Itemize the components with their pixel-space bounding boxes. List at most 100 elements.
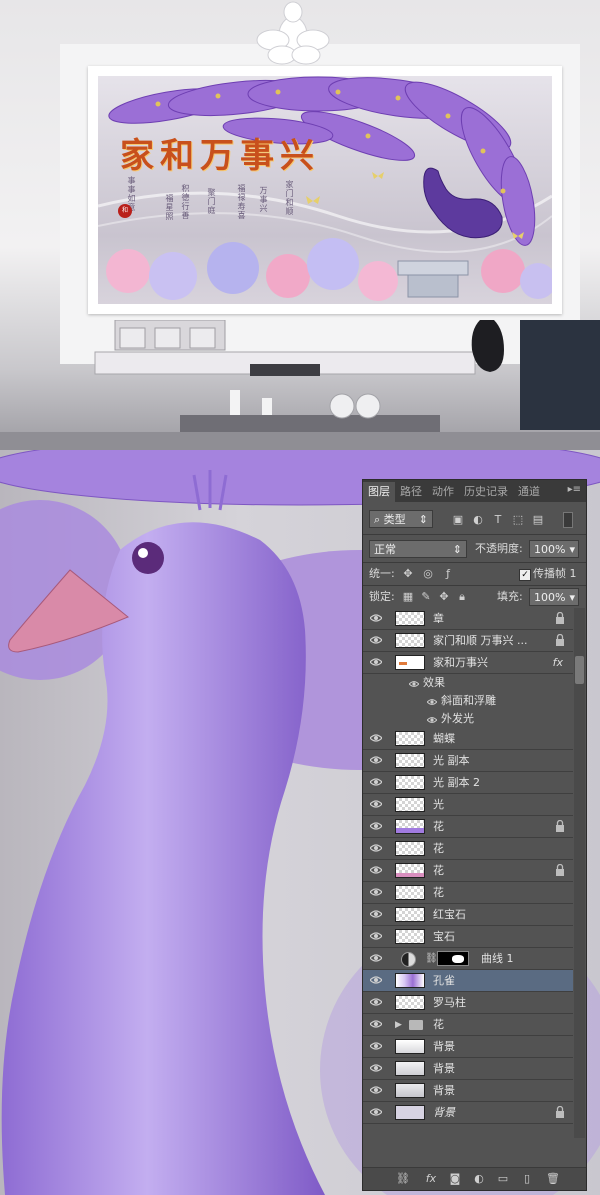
visibility-eye-icon[interactable]: [370, 865, 382, 875]
link-layers-icon[interactable]: ⛓: [395, 1171, 411, 1187]
layer-row[interactable]: 章: [363, 608, 573, 630]
filter-toggle-switch[interactable]: [563, 512, 573, 528]
visibility-eye-icon[interactable]: [370, 887, 382, 897]
visibility-eye-icon[interactable]: [370, 613, 382, 623]
layer-name[interactable]: 花: [433, 816, 444, 838]
layers-scrollbar-track[interactable]: [574, 608, 585, 1138]
effect-visibility-eye-icon[interactable]: [426, 696, 438, 709]
layer-row[interactable]: 光: [363, 794, 573, 816]
delete-layer-trash-icon[interactable]: 🗑︎: [545, 1171, 561, 1187]
visibility-eye-icon[interactable]: [370, 799, 382, 809]
add-layer-style-icon[interactable]: fx: [423, 1171, 439, 1187]
tab-history[interactable]: 历史记录: [459, 482, 513, 502]
layer-name[interactable]: 家和万事兴: [433, 652, 488, 674]
new-adjustment-layer-icon[interactable]: ◐: [471, 1171, 487, 1187]
visibility-eye-icon[interactable]: [370, 1063, 382, 1073]
expand-group-arrow-icon[interactable]: ▶: [395, 1018, 402, 1032]
adjustment-filter-icon[interactable]: ◐: [471, 513, 485, 527]
unify-style-icon[interactable]: ƒ: [441, 567, 455, 581]
layer-row[interactable]: 家门和顺 万事兴 ...: [363, 630, 573, 652]
layer-row[interactable]: 花: [363, 838, 573, 860]
layer-name[interactable]: 背景: [433, 1080, 455, 1102]
lock-all-icon[interactable]: 🔒︎: [455, 590, 469, 604]
visibility-eye-icon[interactable]: [370, 975, 382, 985]
layer-name[interactable]: 家门和顺 万事兴 ...: [433, 630, 527, 652]
lock-image-pixels-icon[interactable]: ✎: [419, 590, 433, 604]
visibility-eye-icon[interactable]: [370, 909, 382, 919]
layer-name[interactable]: 罗马柱: [433, 992, 466, 1014]
layer-name[interactable]: 背景: [433, 1036, 455, 1058]
pixel-filter-icon[interactable]: ▣: [451, 513, 465, 527]
visibility-eye-icon[interactable]: [370, 777, 382, 787]
visibility-eye-icon[interactable]: [370, 657, 382, 667]
visibility-eye-icon[interactable]: [370, 821, 382, 831]
layer-row[interactable]: 光 副本 2: [363, 772, 573, 794]
propagate-frame-checkbox[interactable]: ✓: [519, 569, 531, 581]
unify-visibility-icon[interactable]: ◎: [421, 567, 435, 581]
layer-filter-select[interactable]: ⌕ 类型 ⇕: [369, 510, 433, 528]
layer-row[interactable]: ⛓ 曲线 1: [363, 948, 573, 970]
new-group-folder-icon[interactable]: ▭: [495, 1171, 511, 1187]
layer-name[interactable]: 光 副本: [433, 750, 470, 772]
layer-name[interactable]: 背景: [433, 1102, 455, 1124]
visibility-eye-icon[interactable]: [370, 931, 382, 941]
layer-row[interactable]: 蝴蝶: [363, 728, 573, 750]
panel-menu-icon[interactable]: ▸≡: [568, 484, 581, 495]
layer-name[interactable]: 花: [433, 882, 444, 904]
layer-name[interactable]: 蝴蝶: [433, 728, 455, 750]
layer-row[interactable]: 花: [363, 882, 573, 904]
shape-filter-icon[interactable]: ⬚: [511, 513, 525, 527]
layer-row[interactable]: 孔雀: [363, 970, 573, 992]
visibility-eye-icon[interactable]: [370, 843, 382, 853]
layer-row[interactable]: ▶ 花: [363, 1014, 573, 1036]
tab-channels[interactable]: 通道: [513, 482, 545, 502]
tab-paths[interactable]: 路径: [395, 482, 427, 502]
effect-visibility-eye-icon[interactable]: [408, 678, 420, 691]
layer-row[interactable]: 背景: [363, 1080, 573, 1102]
tab-actions[interactable]: 动作: [427, 482, 459, 502]
visibility-eye-icon[interactable]: [370, 1041, 382, 1051]
mask-link-icon[interactable]: ⛓: [425, 951, 438, 967]
layer-row[interactable]: 宝石: [363, 926, 573, 948]
lock-transparent-pixels-icon[interactable]: ▦: [401, 590, 415, 604]
add-mask-icon[interactable]: ◙: [447, 1171, 463, 1187]
fill-field[interactable]: 100% ▾: [529, 588, 579, 606]
layer-name[interactable]: 章: [433, 608, 444, 630]
layer-name[interactable]: 光 副本 2: [433, 772, 480, 794]
visibility-eye-icon[interactable]: [370, 953, 382, 963]
layer-name[interactable]: 花: [433, 1014, 444, 1036]
layer-row[interactable]: 家和万事兴 fx: [363, 652, 573, 674]
effect-item-row[interactable]: 斜面和浮雕: [363, 692, 573, 710]
tab-layers[interactable]: 图层: [363, 482, 395, 502]
effect-visibility-eye-icon[interactable]: [426, 714, 438, 727]
layer-mask-thumbnail[interactable]: [437, 951, 469, 966]
layer-name[interactable]: 光: [433, 794, 444, 816]
opacity-field[interactable]: 100% ▾: [529, 540, 579, 558]
layer-row[interactable]: 花: [363, 816, 573, 838]
layer-name[interactable]: 背景: [433, 1058, 455, 1080]
visibility-eye-icon[interactable]: [370, 1019, 382, 1029]
effect-item-row[interactable]: 外发光: [363, 710, 573, 728]
type-filter-icon[interactable]: T: [491, 513, 505, 527]
layer-row[interactable]: 背景: [363, 1036, 573, 1058]
visibility-eye-icon[interactable]: [370, 1107, 382, 1117]
layer-row[interactable]: 光 副本: [363, 750, 573, 772]
layer-row[interactable]: 背景: [363, 1102, 573, 1124]
layer-row[interactable]: 背景: [363, 1058, 573, 1080]
layer-row[interactable]: 罗马柱: [363, 992, 573, 1014]
layer-effects-fx-icon[interactable]: fx: [553, 652, 563, 674]
visibility-eye-icon[interactable]: [370, 635, 382, 645]
layer-name[interactable]: 孔雀: [433, 970, 455, 992]
layers-scrollbar-thumb[interactable]: [575, 656, 584, 684]
visibility-eye-icon[interactable]: [370, 1085, 382, 1095]
layer-name[interactable]: 曲线 1: [481, 948, 514, 970]
smart-object-filter-icon[interactable]: ▤: [531, 513, 545, 527]
blend-mode-select[interactable]: 正常 ⇕: [369, 540, 467, 558]
layer-row[interactable]: 红宝石: [363, 904, 573, 926]
unify-position-icon[interactable]: ✥: [401, 567, 415, 581]
layer-name[interactable]: 花: [433, 860, 444, 882]
layer-name[interactable]: 花: [433, 838, 444, 860]
layer-row[interactable]: 花: [363, 860, 573, 882]
new-layer-icon[interactable]: ▯: [519, 1171, 535, 1187]
visibility-eye-icon[interactable]: [370, 997, 382, 1007]
